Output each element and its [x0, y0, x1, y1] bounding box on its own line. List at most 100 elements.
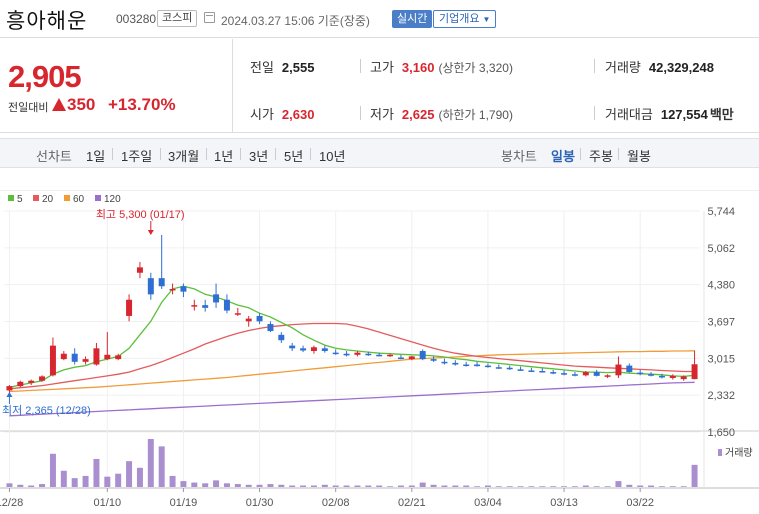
candle-body [332, 352, 339, 355]
volume-bar [648, 485, 655, 487]
candle-body [571, 374, 578, 376]
candle-body [615, 364, 622, 376]
volume-bar [452, 485, 459, 487]
calendar-icon [204, 12, 215, 23]
volume-bar [550, 486, 557, 487]
price-chart[interactable]: 5,744 5,062 4,380 3,697 3,015 2,332 1,650 12/28… [0, 189, 759, 514]
volume-bar [213, 480, 220, 487]
period-3m[interactable]: 3개월 [168, 146, 199, 165]
up-triangle-icon [52, 98, 66, 111]
period-1d[interactable]: 1일 [86, 146, 105, 165]
divider [206, 148, 207, 160]
candle-body [158, 278, 165, 287]
candle-body [430, 359, 437, 361]
candle-body [517, 369, 524, 371]
volume-bar [387, 486, 394, 487]
volume-bar [539, 486, 546, 487]
legend-swatch [8, 195, 14, 201]
candle-body [93, 348, 100, 365]
prev-close-label: 전일 [250, 60, 274, 75]
period-1y[interactable]: 1년 [214, 146, 233, 165]
candle-body [408, 356, 415, 360]
volume-bar [191, 482, 198, 487]
volume-bar [419, 482, 426, 487]
candle-body [680, 376, 687, 380]
volume-bar [517, 486, 524, 487]
candle-body [343, 353, 350, 356]
candle-body [593, 372, 600, 376]
candle-body [637, 372, 644, 375]
candle-body [658, 375, 665, 378]
candle-body [28, 380, 35, 383]
candle-body [191, 305, 198, 307]
candle-body [691, 364, 698, 380]
candle-body [561, 373, 568, 375]
candle-body [49, 345, 56, 376]
volume-bar [691, 464, 698, 487]
x-tick-label: 01/30 [246, 497, 274, 509]
realtime-button[interactable]: 실시간 [392, 10, 433, 28]
candle-body [202, 305, 209, 308]
stock-name: 흥아해운 [6, 10, 88, 33]
candle-body [60, 353, 67, 360]
quote-summary: 2,905 전일대비 350 +13.70% 전일 2,555 시가 2,630 고… [0, 39, 759, 133]
volume-bar [669, 486, 676, 487]
divider [240, 148, 241, 160]
ma120-line [9, 381, 695, 417]
volume-bar [528, 486, 535, 487]
volume-bar [202, 483, 209, 487]
market-badge: 코스피 [157, 10, 198, 27]
candle-body [484, 365, 491, 368]
company-info-dropdown[interactable]: 기업개요 ▼ [433, 10, 497, 28]
upper-limit: (상한가 3,320) [438, 61, 513, 75]
volume-bar [71, 478, 78, 487]
period-10y[interactable]: 10년 [319, 146, 345, 165]
volume-bar [300, 485, 307, 487]
period-bar: 선차트 1일 1주일 3개월 1년 3년 5년 10년 봉차트 일봉 주봉 월봉 [0, 138, 759, 168]
volume-bar [495, 486, 502, 487]
candle-body [648, 374, 655, 376]
volume-bar [474, 486, 481, 487]
candle-body [441, 361, 448, 364]
min-price-annotation: 최저 2,365 (12/28) [2, 404, 91, 417]
candle-body [452, 362, 459, 365]
period-5y[interactable]: 5년 [284, 146, 303, 165]
volume-bar [93, 458, 100, 487]
candle-monthly[interactable]: 월봉 [627, 146, 651, 165]
volume-bar [223, 483, 230, 487]
open-price: 시가 2,630 [250, 104, 314, 123]
volume-bar [6, 483, 13, 487]
y-tick-label: 3,015 [707, 353, 735, 365]
ma5-line [9, 285, 695, 388]
candle-body [17, 381, 24, 387]
volume-bar [593, 486, 600, 487]
y-tick-label: 5,062 [707, 243, 735, 255]
volume-bar [680, 486, 687, 487]
stock-header: 흥아해운 003280 코스피 2024.03.27 15:06 기준(장중) … [0, 0, 759, 38]
change-percent: +13.70% [108, 95, 176, 114]
volume-bar [49, 453, 56, 487]
candle-body [180, 286, 187, 292]
candle-body [550, 372, 557, 374]
candle-body [310, 347, 317, 352]
candle-body [669, 375, 676, 379]
prev-close: 전일 2,555 [250, 57, 314, 76]
volume-bar [463, 485, 470, 487]
candle-daily[interactable]: 일봉 [551, 146, 575, 165]
volume-value: 42,329,248 [648, 60, 714, 75]
volume-bar [136, 467, 143, 487]
y-tick-label: 3,697 [707, 317, 735, 329]
divider [275, 148, 276, 160]
candle-body [604, 375, 611, 377]
high-label: 고가 [370, 60, 394, 75]
candle-body [387, 354, 394, 357]
candle-body [6, 386, 13, 391]
divider [618, 148, 619, 160]
candle-chart-label: 봉차트 [501, 149, 537, 164]
period-1w[interactable]: 1주일 [121, 146, 152, 165]
period-3y[interactable]: 3년 [249, 146, 268, 165]
volume-bar [39, 484, 46, 487]
candle-weekly[interactable]: 주봉 [589, 146, 613, 165]
x-tick-label: 01/19 [170, 497, 198, 509]
volume-bar [376, 485, 383, 487]
